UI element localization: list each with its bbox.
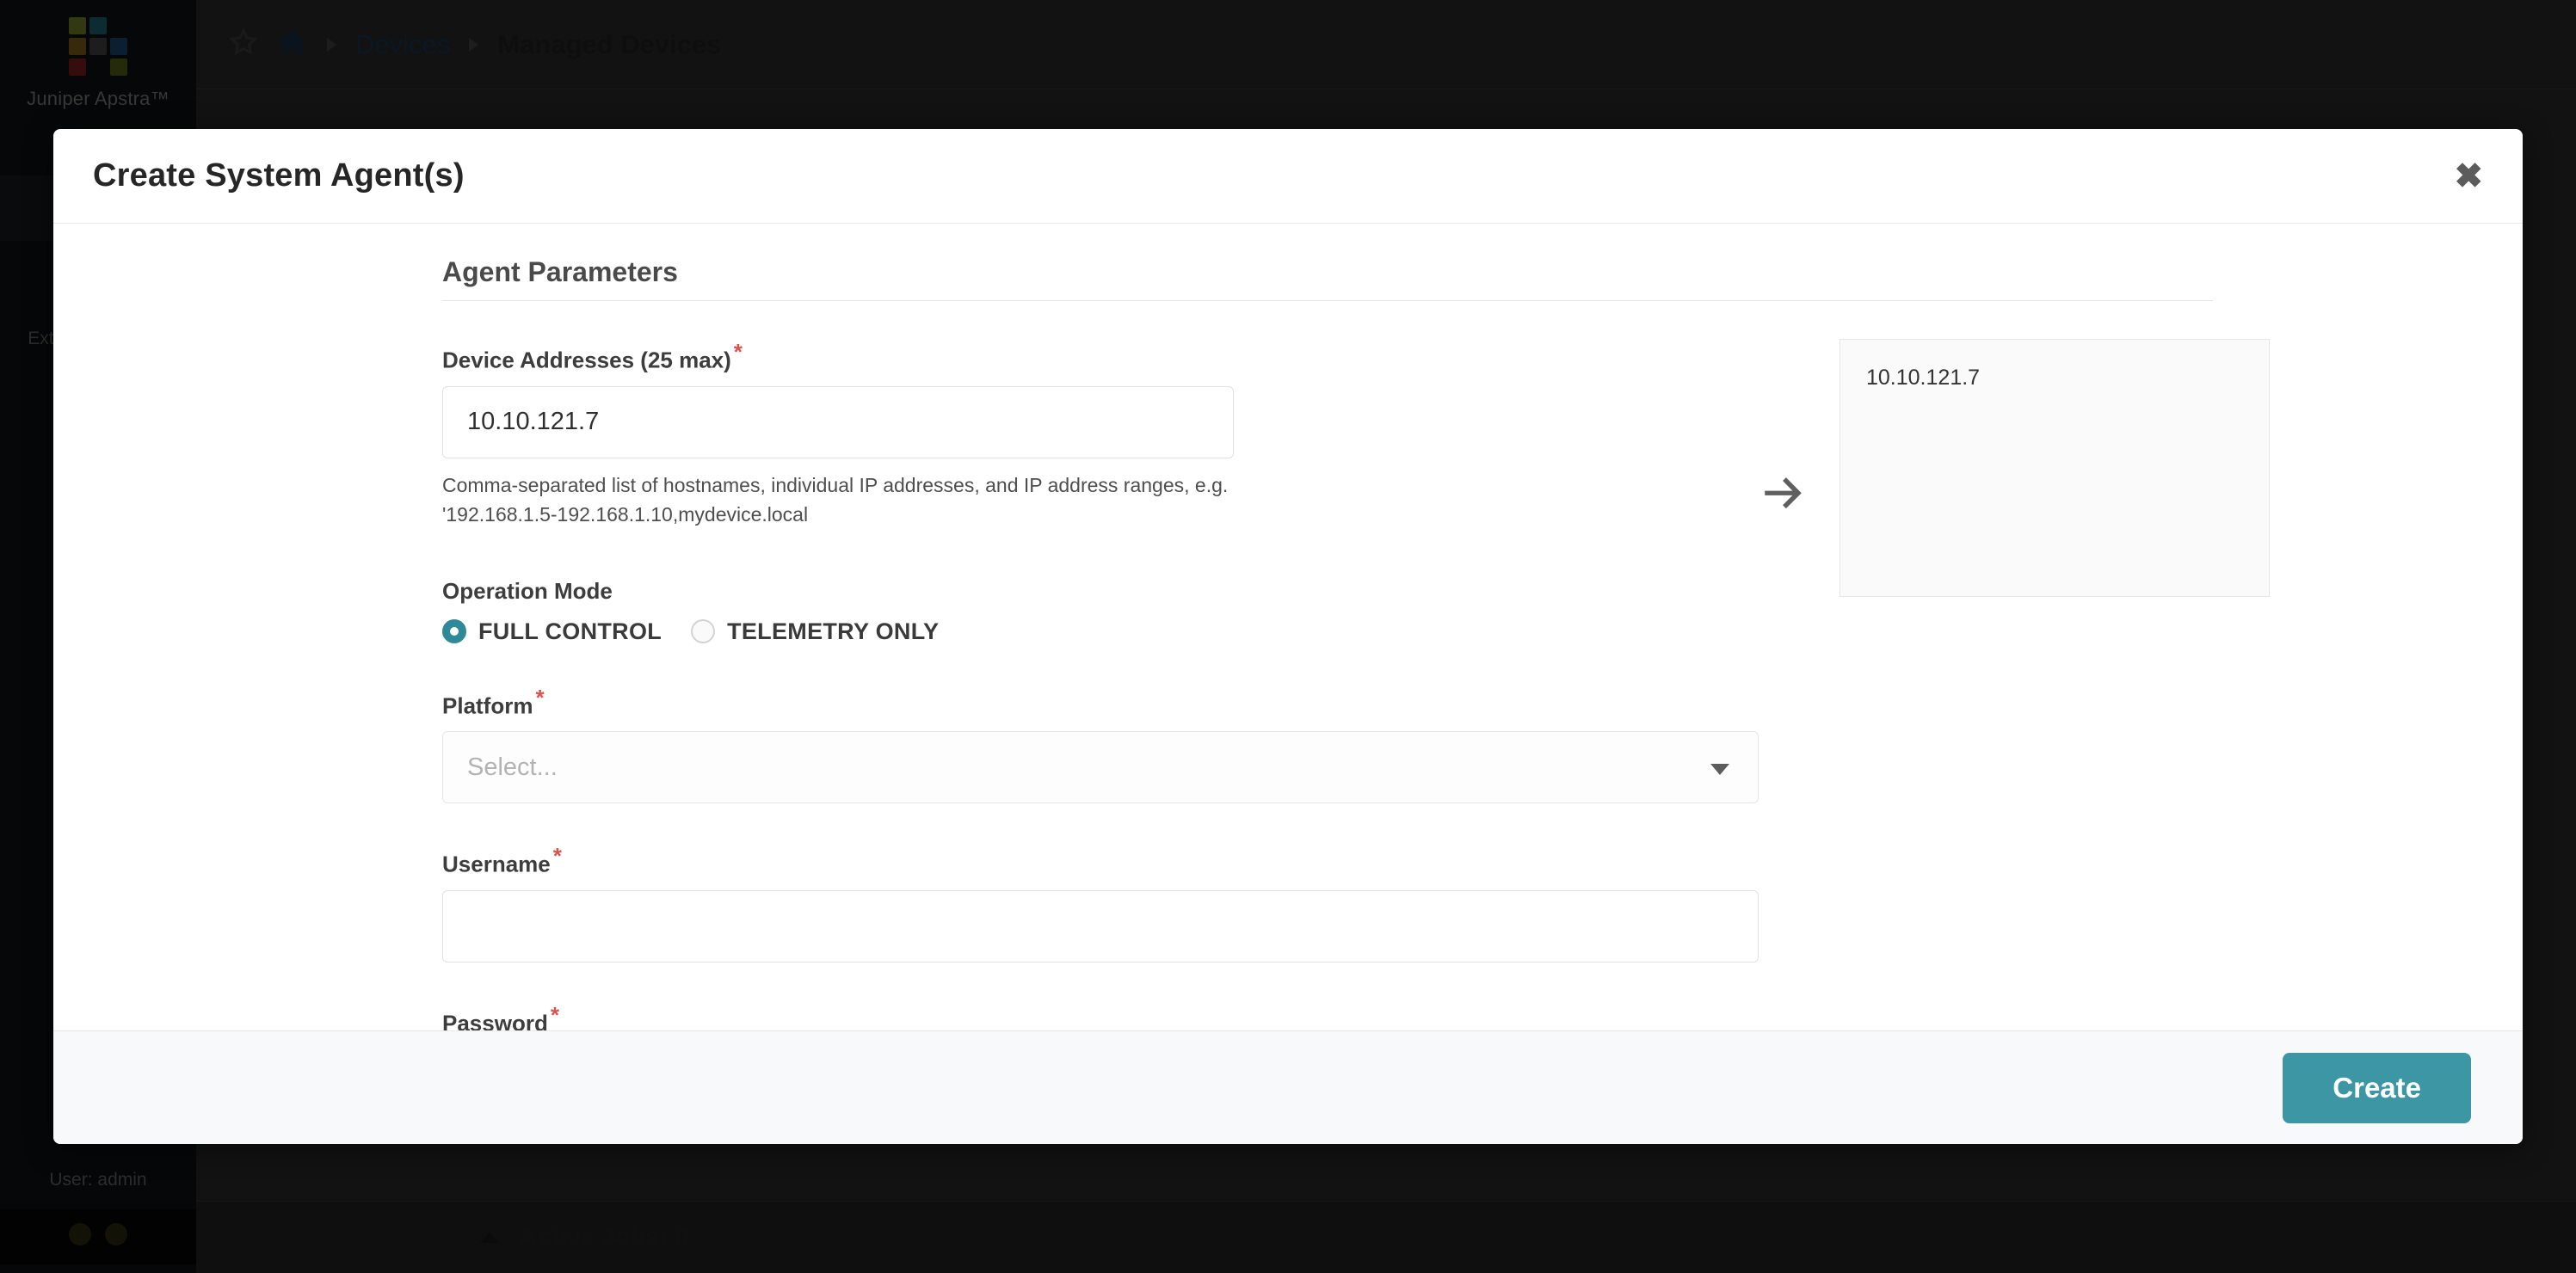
radio-dot-telemetry-only [691, 619, 716, 644]
operation-mode-radio-group: FULL CONTROL TELEMETRY ONLY [442, 618, 1759, 645]
label-password-text: Password [442, 1010, 548, 1030]
radio-label-telemetry-only: TELEMETRY ONLY [727, 618, 940, 644]
form-column: Device Addresses (25 max)* Comma-separat… [442, 301, 1759, 1030]
device-addresses-help-text: Comma-separated list of hostnames, indiv… [442, 473, 1229, 526]
field-password: Password * [442, 1002, 1759, 1030]
parsed-addresses-preview: 10.10.121.7 [1840, 339, 2270, 597]
label-device-addresses-text: Device Addresses (25 max) [442, 347, 731, 373]
label-platform-text: Platform [442, 692, 533, 719]
section-header: Agent Parameters [442, 256, 2213, 301]
required-marker-username: * [552, 843, 562, 870]
dialog-body[interactable]: Agent Parameters Device Addresses (25 ma… [53, 224, 2523, 1030]
label-username-text: Username [442, 851, 551, 877]
dialog-footer: Create [53, 1030, 2523, 1144]
arrow-right-icon [1759, 468, 1810, 522]
dialog-header: Create System Agent(s) ✖ [53, 129, 2523, 224]
radio-label-full-control: FULL CONTROL [478, 618, 662, 644]
platform-select-wrap: Select... [442, 731, 1759, 804]
form-grid: Device Addresses (25 max)* Comma-separat… [53, 301, 2523, 1030]
preview-item: 10.10.121.7 [1866, 366, 1981, 390]
label-platform: Platform * [442, 685, 1759, 720]
chevron-down-icon[interactable] [1710, 764, 1729, 776]
radio-full-control[interactable]: FULL CONTROL [442, 618, 662, 645]
preview-column: 10.10.121.7 [1759, 301, 2270, 1030]
field-operation-mode: Operation Mode FULL CONTROL TELEMETRY ON… [442, 578, 1759, 645]
field-device-addresses: Device Addresses (25 max)* Comma-separat… [442, 339, 1759, 530]
label-password: Password * [442, 1002, 1759, 1030]
dialog-title: Create System Agent(s) [93, 157, 465, 194]
create-button[interactable]: Create [2283, 1052, 2471, 1123]
radio-dot-full-control [442, 619, 466, 644]
field-platform: Platform * Select... [442, 685, 1759, 804]
label-username: Username * [442, 843, 1759, 878]
required-marker-device-addresses: * [733, 339, 743, 365]
required-marker-platform: * [535, 684, 545, 710]
create-system-agents-dialog: Create System Agent(s) ✖ Agent Parameter… [53, 129, 2523, 1144]
username-input[interactable] [442, 889, 1759, 962]
radio-telemetry-only[interactable]: TELEMETRY ONLY [691, 618, 939, 645]
field-username: Username * [442, 843, 1759, 962]
section-title-agent-parameters: Agent Parameters [442, 256, 678, 287]
label-operation-mode: Operation Mode [442, 577, 613, 604]
required-marker-password: * [550, 1001, 559, 1028]
platform-select[interactable]: Select... [442, 731, 1759, 804]
device-addresses-input[interactable] [442, 385, 1234, 458]
label-device-addresses: Device Addresses (25 max) * [442, 339, 1759, 374]
close-icon[interactable]: ✖ [2454, 159, 2483, 194]
